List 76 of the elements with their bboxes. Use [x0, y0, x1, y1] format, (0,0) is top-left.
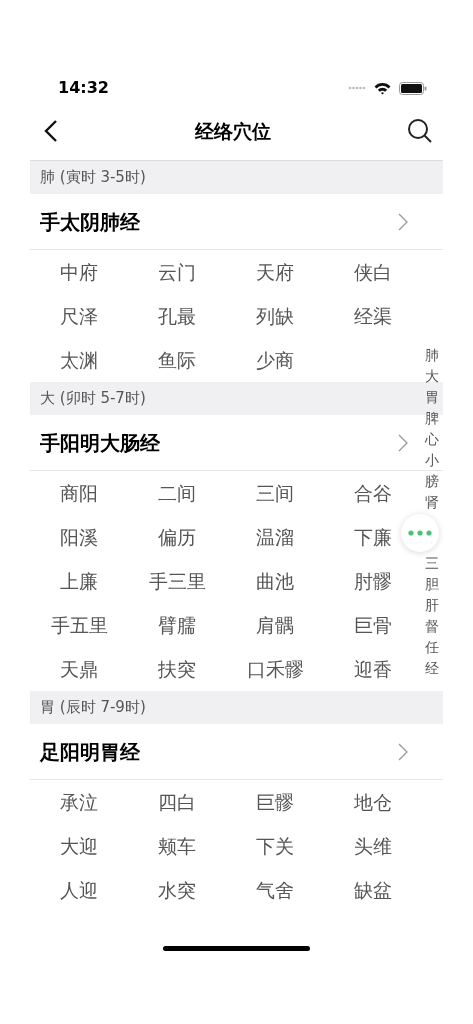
- acupoint-item[interactable]: 肘髎: [354, 566, 392, 596]
- acupoint-item[interactable]: 温溜: [256, 522, 294, 552]
- acupoint-item[interactable]: 商阳: [60, 478, 98, 508]
- acupoint-item[interactable]: 阳溪: [60, 522, 98, 552]
- acupoint-item[interactable]: 上廉: [60, 566, 98, 596]
- wifi-icon: [374, 81, 391, 95]
- index-letter[interactable]: 任: [425, 637, 439, 658]
- section-header: 胃 (辰时 7-9时): [30, 691, 443, 724]
- index-letter[interactable]: 经: [425, 658, 439, 679]
- index-letter[interactable]: 肺: [425, 345, 439, 366]
- acupoint-item[interactable]: 四白: [158, 787, 196, 817]
- acupoint-item[interactable]: 中府: [60, 257, 98, 287]
- chevron-icon: [398, 433, 408, 452]
- page-title: 经络穴位: [193, 118, 272, 144]
- acupoint-item[interactable]: 颊车: [158, 831, 196, 861]
- index-letter[interactable]: 肾: [425, 492, 439, 513]
- acupoint-item[interactable]: 太渊: [60, 345, 98, 375]
- chevron-icon: [398, 742, 408, 761]
- index-letter[interactable]: 大: [425, 366, 439, 387]
- index-letter[interactable]: 小: [425, 450, 439, 471]
- acupoint-item[interactable]: 天鼎: [60, 654, 98, 684]
- acupoint-item[interactable]: 地仓: [354, 787, 392, 817]
- index-letter[interactable]: 膀: [425, 471, 439, 492]
- acupoint-item[interactable]: 下关: [256, 831, 294, 861]
- acupoint-item[interactable]: 偏历: [158, 522, 196, 552]
- acupoint-item[interactable]: 天府: [256, 257, 294, 287]
- acupoint-item[interactable]: 云门: [158, 257, 196, 287]
- acupoint-item[interactable]: 水突: [158, 875, 196, 905]
- acupoint-item[interactable]: 巨骨: [354, 610, 392, 640]
- acupoint-item[interactable]: 侠白: [354, 257, 392, 287]
- search-icon[interactable]: [407, 118, 433, 144]
- acupoint-item[interactable]: 巨髎: [256, 787, 294, 817]
- acupoint-item[interactable]: 头维: [354, 831, 392, 861]
- index-letter[interactable]: 胆: [425, 574, 439, 595]
- acupoint-item[interactable]: 大迎: [60, 831, 98, 861]
- acupoint-item[interactable]: 尺泽: [60, 301, 98, 331]
- meridian-name: 手太阴肺经: [40, 208, 141, 236]
- index-letter[interactable]: 脾: [425, 408, 439, 429]
- acupoint-item[interactable]: 合谷: [354, 478, 392, 508]
- acupoint-item[interactable]: 臂臑: [158, 610, 196, 640]
- meridian-row[interactable]: 足阳明胃经: [30, 724, 420, 779]
- signal-icon: [348, 86, 366, 90]
- section-header: 肺 (寅时 3-5时): [30, 161, 443, 194]
- meridian-row[interactable]: 手阳明大肠经: [30, 415, 420, 470]
- acupoint-item[interactable]: 三间: [256, 478, 294, 508]
- acupoint-item[interactable]: 人迎: [60, 875, 98, 905]
- meridian-name: 手阳明大肠经: [40, 429, 161, 457]
- back-icon[interactable]: [44, 119, 58, 143]
- acupoint-item[interactable]: 经渠: [354, 301, 392, 331]
- acupoint-item[interactable]: 迎香: [354, 654, 392, 684]
- acupoint-item[interactable]: 承泣: [60, 787, 98, 817]
- acupoint-item[interactable]: 曲池: [256, 566, 294, 596]
- acupoint-item[interactable]: 肩髃: [256, 610, 294, 640]
- acupoint-item[interactable]: 二间: [158, 478, 196, 508]
- index-letter[interactable]: 督: [425, 616, 439, 637]
- meridian-name: 足阳明胃经: [40, 738, 141, 766]
- index-letter[interactable]: 肝: [425, 595, 439, 616]
- more-icon: [408, 530, 432, 536]
- status-time: 14:32: [58, 77, 109, 99]
- acupoint-item[interactable]: 鱼际: [158, 345, 196, 375]
- battery-icon: [399, 81, 427, 95]
- acupoint-item[interactable]: 口禾髎: [246, 654, 304, 684]
- acupoint-item[interactable]: 扶突: [158, 654, 196, 684]
- acupoint-item[interactable]: 下廉: [354, 522, 392, 552]
- acupoint-item[interactable]: 列缺: [256, 301, 294, 331]
- index-letter[interactable]: 心: [425, 429, 439, 450]
- acupoint-item[interactable]: 手五里: [50, 610, 108, 640]
- chevron-icon: [398, 212, 408, 231]
- acupoint-item[interactable]: 少商: [256, 345, 294, 375]
- meridian-row[interactable]: 手太阴肺经: [30, 194, 420, 249]
- index-letter[interactable]: 胃: [425, 387, 439, 408]
- acupoint-item[interactable]: 手三里: [148, 566, 206, 596]
- acupoint-item[interactable]: 缺盆: [354, 875, 392, 905]
- index-letter[interactable]: 三: [425, 553, 439, 574]
- acupoint-item[interactable]: 孔最: [158, 301, 196, 331]
- acupoint-item[interactable]: 气舍: [256, 875, 294, 905]
